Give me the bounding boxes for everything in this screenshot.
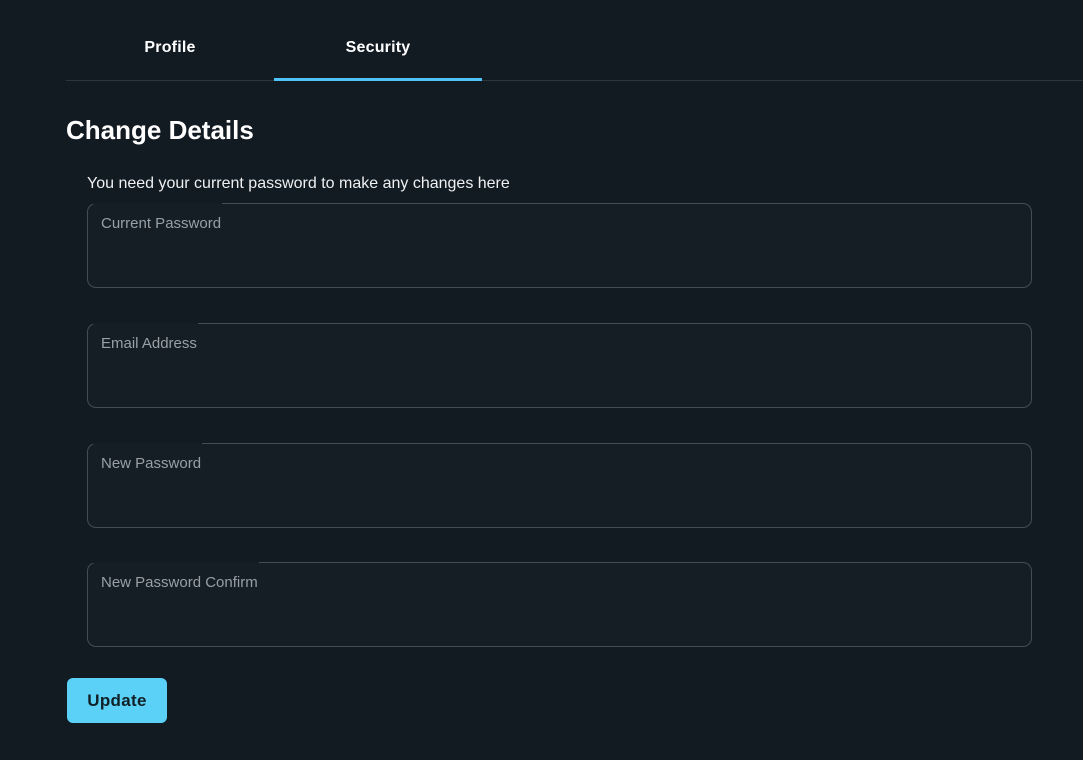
tab-security-label: Security [346, 39, 411, 57]
active-tab-indicator [274, 78, 482, 81]
new-password-input[interactable] [88, 444, 1031, 527]
email-address-field: Email Address Email Address [87, 322, 1032, 408]
current-password-input[interactable] [88, 204, 1031, 287]
tab-bar: Profile Security [66, 0, 1083, 81]
update-button[interactable]: Update [67, 678, 167, 723]
new-password-confirm-field: New Password Confirm New Password Confir… [87, 561, 1032, 647]
email-address-input[interactable] [88, 324, 1031, 407]
tab-profile[interactable]: Profile [66, 0, 274, 81]
page-title: Change Details [66, 115, 254, 146]
new-password-field: New Password New Password [87, 442, 1032, 528]
tab-profile-label: Profile [144, 39, 195, 57]
tab-security[interactable]: Security [274, 0, 482, 81]
form-helper-text: You need your current password to make a… [87, 175, 510, 193]
new-password-confirm-input[interactable] [88, 563, 1031, 646]
current-password-field: Current Password Current Password [87, 202, 1032, 288]
